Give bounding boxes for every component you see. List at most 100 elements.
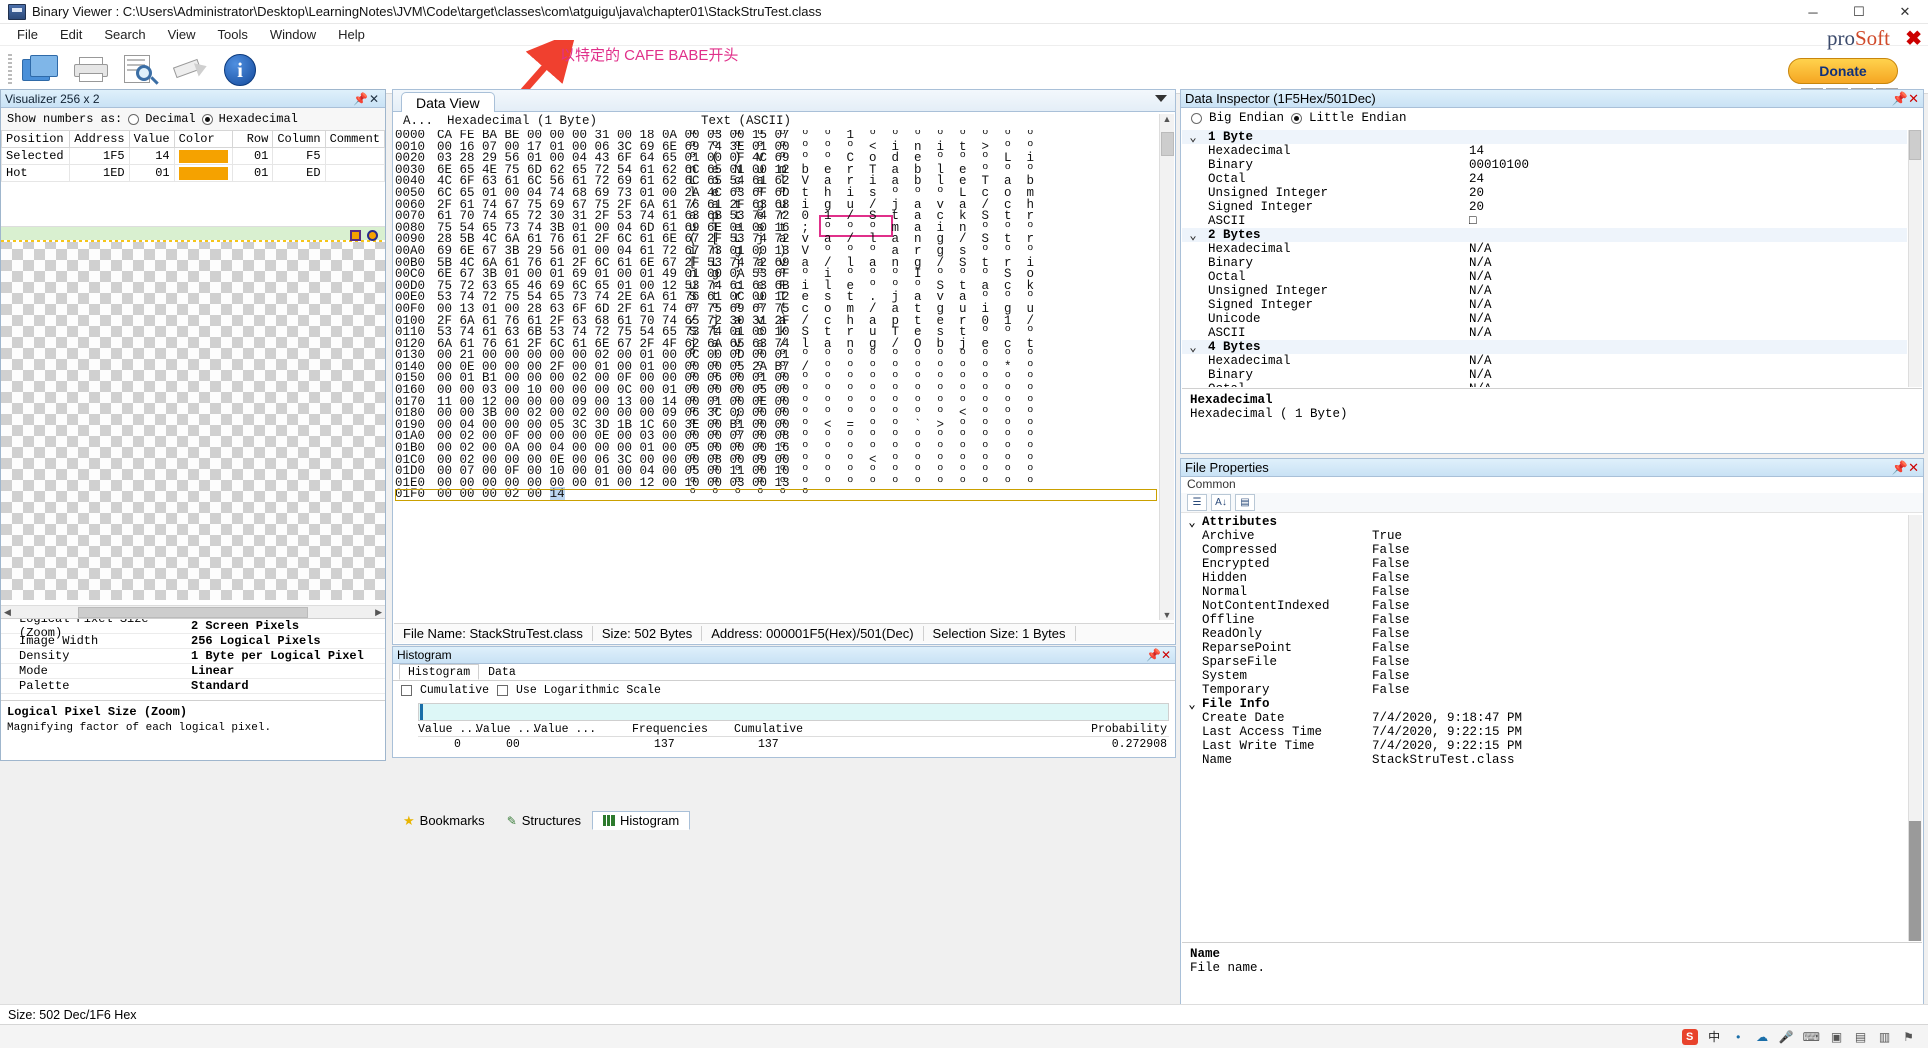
list-item[interactable]: Normal False <box>1182 585 1907 599</box>
hg-col-value-3[interactable]: Value ... <box>534 723 596 736</box>
list-item[interactable]: Create Date 7/4/2020, 9:18:47 PM <box>1182 711 1907 725</box>
tab-data-view[interactable]: Data View <box>401 92 495 112</box>
data-inspector-vscrollbar[interactable] <box>1908 130 1922 387</box>
list-item[interactable]: NotContentIndexed False <box>1182 599 1907 613</box>
scroll-thumb[interactable] <box>1909 130 1921 160</box>
list-item[interactable]: Hexadecimal N/A <box>1182 354 1907 368</box>
list-item[interactable]: Mode Linear <box>1 664 385 679</box>
col-value[interactable]: Value <box>128 130 175 148</box>
close-ad-icon[interactable]: ✖ <box>1905 26 1922 51</box>
list-item[interactable]: Offline False <box>1182 613 1907 627</box>
toolbar-grip[interactable] <box>8 53 12 86</box>
close-icon[interactable]: ✕ <box>367 92 381 106</box>
chevron-down-icon[interactable]: ⌄ <box>1182 339 1204 355</box>
list-item[interactable]: Binary 00010100 <box>1182 158 1907 172</box>
group-row[interactable]: ⌄ File Info <box>1182 696 1907 712</box>
col-position[interactable]: Position <box>1 130 70 148</box>
chevron-down-icon[interactable]: ⌄ <box>1182 515 1202 530</box>
close-icon[interactable]: ✕ <box>1161 648 1171 662</box>
list-item[interactable]: Signed Integer 20 <box>1182 200 1907 214</box>
list-item[interactable]: OctalN/A <box>1182 382 1907 387</box>
menu-item-window[interactable]: Window <box>259 25 327 44</box>
scroll-down-icon[interactable]: ▼ <box>1163 610 1172 620</box>
tab-data[interactable]: Data <box>479 664 525 680</box>
visualizer-canvas[interactable] <box>1 226 385 600</box>
list-item[interactable]: Density 1 Byte per Logical Pixel <box>1 649 385 664</box>
menu-item-tools[interactable]: Tools <box>207 25 259 44</box>
col-color[interactable]: Color <box>173 130 234 148</box>
list-item[interactable]: SparseFile False <box>1182 655 1907 669</box>
list-item[interactable]: Unsigned Integer 20 <box>1182 186 1907 200</box>
hg-col-cumulative[interactable]: Cumulative <box>734 723 803 736</box>
data-view-vscrollbar[interactable]: ▲ ▼ <box>1159 114 1174 620</box>
properties-pages-icon[interactable]: ▤ <box>1235 494 1255 511</box>
list-item[interactable]: Palette Standard <box>1 679 385 694</box>
tab-histogram[interactable]: Histogram <box>399 664 480 680</box>
file-properties-list[interactable]: ⌄ Attributes Archive True Compressed False Enc… <box>1182 515 1907 941</box>
minimize-button[interactable]: ─ <box>1790 0 1836 24</box>
close-button[interactable]: ✕ <box>1882 0 1928 24</box>
sogou-icon[interactable]: S <box>1681 1028 1698 1045</box>
scroll-thumb[interactable] <box>1160 132 1174 156</box>
ime-punct-icon[interactable]: • <box>1731 1029 1746 1045</box>
hex-row[interactable]: 01F0 00 00 00 02 00 14 º º º º º º <box>395 487 1157 502</box>
hg-col-frequencies[interactable]: Frequencies <box>632 723 708 736</box>
menu-item-help[interactable]: Help <box>327 25 376 44</box>
chevron-down-icon[interactable]: ⌄ <box>1182 227 1204 243</box>
list-item[interactable]: Binary N/A <box>1182 368 1907 382</box>
radio-little-endian[interactable] <box>1291 112 1303 124</box>
chevron-down-icon[interactable]: ⌄ <box>1182 130 1204 145</box>
hex-row-ascii[interactable]: º º º º º º <box>689 488 809 501</box>
donate-button[interactable]: Donate <box>1788 58 1898 84</box>
list-item[interactable]: OctalN/A <box>1182 270 1907 284</box>
scroll-left-icon[interactable]: ◀ <box>1 607 11 618</box>
radio-hexadecimal[interactable] <box>201 113 213 125</box>
file-properties-vscrollbar[interactable] <box>1908 515 1922 941</box>
info-icon[interactable] <box>218 49 264 91</box>
radio-decimal[interactable] <box>128 113 140 125</box>
scroll-thumb[interactable] <box>1909 821 1921 941</box>
settings-icon[interactable]: ▥ <box>1877 1029 1892 1045</box>
menu-item-view[interactable]: View <box>157 25 207 44</box>
visualizer-hscrollbar[interactable]: ◀ ▶ <box>1 605 385 618</box>
list-item[interactable]: Last Access Time 7/4/2020, 9:22:15 PM <box>1182 725 1907 739</box>
pin-icon[interactable]: 📌 <box>1146 648 1161 662</box>
list-item[interactable]: ReadOnly False <box>1182 627 1907 641</box>
list-item[interactable]: Hexadecimal N/A <box>1182 242 1907 256</box>
print-preview-icon[interactable] <box>118 49 164 91</box>
chevron-down-icon[interactable]: ⌄ <box>1182 696 1202 712</box>
table-row[interactable]: Hot 1ED 01 01 ED <box>1 164 386 182</box>
list-item[interactable]: Hexadecimal 14 <box>1182 144 1907 158</box>
open-folder-icon[interactable] <box>18 49 64 91</box>
col-row[interactable]: Row <box>232 130 274 148</box>
pin-icon[interactable]: 📌 <box>1892 460 1908 476</box>
tab-structures[interactable]: ✎ Structures <box>496 811 592 830</box>
pin-icon[interactable]: 📌 <box>353 92 368 106</box>
list-item[interactable]: ASCII N/A <box>1182 326 1907 340</box>
list-item[interactable]: Name StackStruTest.class <box>1182 753 1907 767</box>
radio-big-endian[interactable] <box>1191 112 1202 124</box>
scroll-up-icon[interactable]: ▲ <box>1163 114 1172 124</box>
close-icon[interactable]: ✕ <box>1908 460 1919 476</box>
list-item[interactable]: Archive True <box>1182 529 1907 543</box>
group-row[interactable]: ⌄ 1 Byte <box>1182 130 1907 145</box>
col-comment[interactable]: Comment <box>324 130 386 148</box>
scroll-right-icon[interactable]: ▶ <box>375 607 385 618</box>
col-address[interactable]: Address <box>68 130 130 148</box>
panel-icon[interactable]: ▤ <box>1853 1029 1868 1045</box>
close-icon[interactable]: ✕ <box>1908 91 1919 107</box>
menu-item-edit[interactable]: Edit <box>49 25 93 44</box>
hex-dump[interactable]: 0000 CA FE BA BE 00 00 00 31 00 18 0A 00 … <box>395 130 1157 620</box>
histogram-chart[interactable] <box>418 703 1169 721</box>
ime-cloud-icon[interactable]: ☁ <box>1755 1029 1770 1045</box>
scroll-thumb[interactable] <box>77 606 309 618</box>
tab-bookmarks[interactable]: ★ Bookmarks <box>392 811 496 830</box>
hg-col-value-2[interactable]: Value ... <box>476 723 538 736</box>
keyboard-icon[interactable]: ⌨ <box>1803 1029 1820 1045</box>
group-row[interactable]: ⌄ Attributes <box>1182 515 1907 530</box>
toolbox-icon[interactable]: ▣ <box>1829 1029 1844 1045</box>
tab-histogram-bottom[interactable]: Histogram <box>592 811 691 830</box>
edit-pencil-icon[interactable] <box>168 49 214 91</box>
sort-category-icon[interactable]: ☰ <box>1187 494 1207 511</box>
selected-byte[interactable]: 14 <box>549 487 565 502</box>
